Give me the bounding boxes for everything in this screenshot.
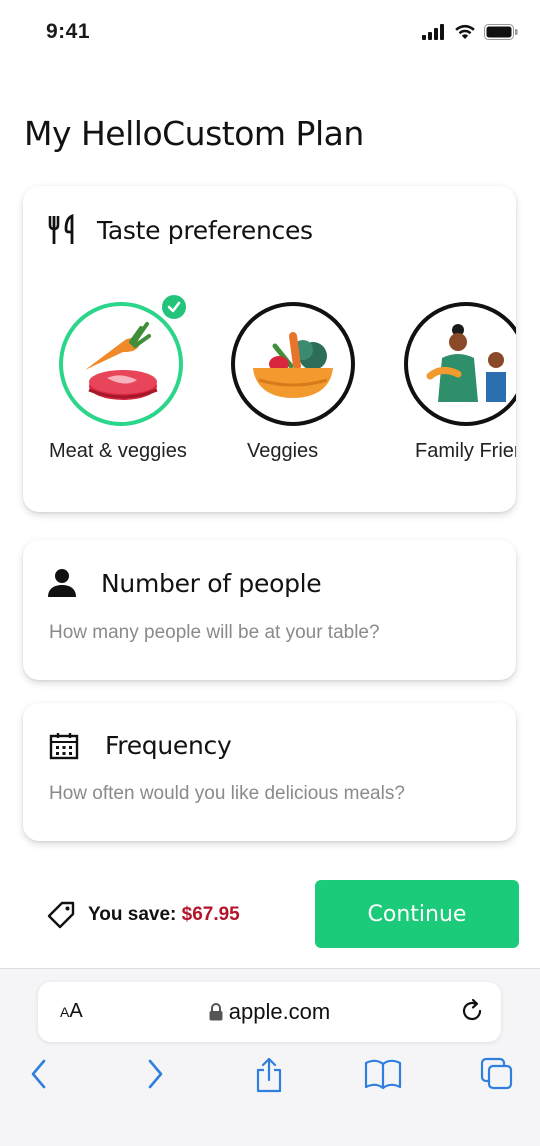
taste-preferences-header: Taste preferences [47, 214, 313, 246]
url-display: apple.com [38, 999, 501, 1025]
reload-icon[interactable] [459, 998, 485, 1024]
fork-knife-icon [48, 214, 74, 244]
person-icon [48, 569, 76, 597]
page-title: My HelloCustom Plan [24, 114, 364, 153]
url-text: apple.com [228, 999, 331, 1024]
frequency-subtitle: How often would you like delicious meals… [49, 783, 405, 804]
family-illustration [426, 324, 506, 402]
veggie-bowl-illustration [253, 332, 333, 398]
cellular-signal-icon [422, 24, 444, 40]
taste-preferences-title: Taste preferences [97, 215, 313, 245]
price-tag-icon [47, 901, 75, 929]
number-of-people-header: Number of people [47, 568, 322, 598]
battery-icon [484, 24, 518, 40]
forward-icon[interactable] [142, 1057, 166, 1091]
calendar-icon [49, 732, 79, 759]
savings-label: You save: [88, 904, 177, 925]
meat-veggies-image [59, 302, 183, 426]
selected-check-badge [159, 292, 189, 322]
taste-option-label: Veggies [247, 440, 319, 462]
number-of-people-title: Number of people [101, 568, 322, 598]
address-bar[interactable]: AA apple.com [38, 982, 501, 1042]
checkout-bar: You save: $67.95 Continue [0, 872, 540, 956]
frequency-header: Frequency [49, 731, 232, 760]
frequency-card[interactable]: Frequency How often would you like delic… [23, 703, 516, 841]
checkmark-icon [167, 301, 181, 313]
back-icon[interactable] [28, 1057, 52, 1091]
frequency-title: Frequency [105, 731, 232, 760]
number-of-people-subtitle: How many people will be at your table? [49, 622, 380, 643]
taste-option-label: Family Friendly [415, 440, 516, 462]
share-icon[interactable] [254, 1057, 284, 1093]
browser-toolbar: AA apple.com [0, 968, 540, 1146]
bookmarks-icon[interactable] [364, 1057, 402, 1091]
savings-amount: $67.95 [181, 904, 240, 925]
status-bar: 9:41 [0, 0, 540, 66]
status-time: 9:41 [46, 20, 91, 43]
status-icons [422, 24, 518, 40]
tabs-icon[interactable] [480, 1057, 514, 1091]
number-of-people-card[interactable]: Number of people How many people will be… [23, 540, 516, 680]
taste-preferences-card[interactable]: Taste preferences Meat & veggies Veggies… [23, 186, 516, 512]
taste-option-label: Meat & veggies [49, 440, 187, 462]
steak-carrot-illustration [85, 322, 158, 400]
taste-options-row: Meat & veggies Veggies Family Frie [23, 292, 516, 470]
savings-text: You save: $67.95 [88, 904, 240, 926]
wifi-icon [455, 24, 475, 39]
family-friendly-image [404, 302, 516, 426]
veggies-image [231, 302, 355, 426]
lock-icon [209, 1003, 223, 1021]
continue-button[interactable]: Continue [315, 880, 519, 948]
